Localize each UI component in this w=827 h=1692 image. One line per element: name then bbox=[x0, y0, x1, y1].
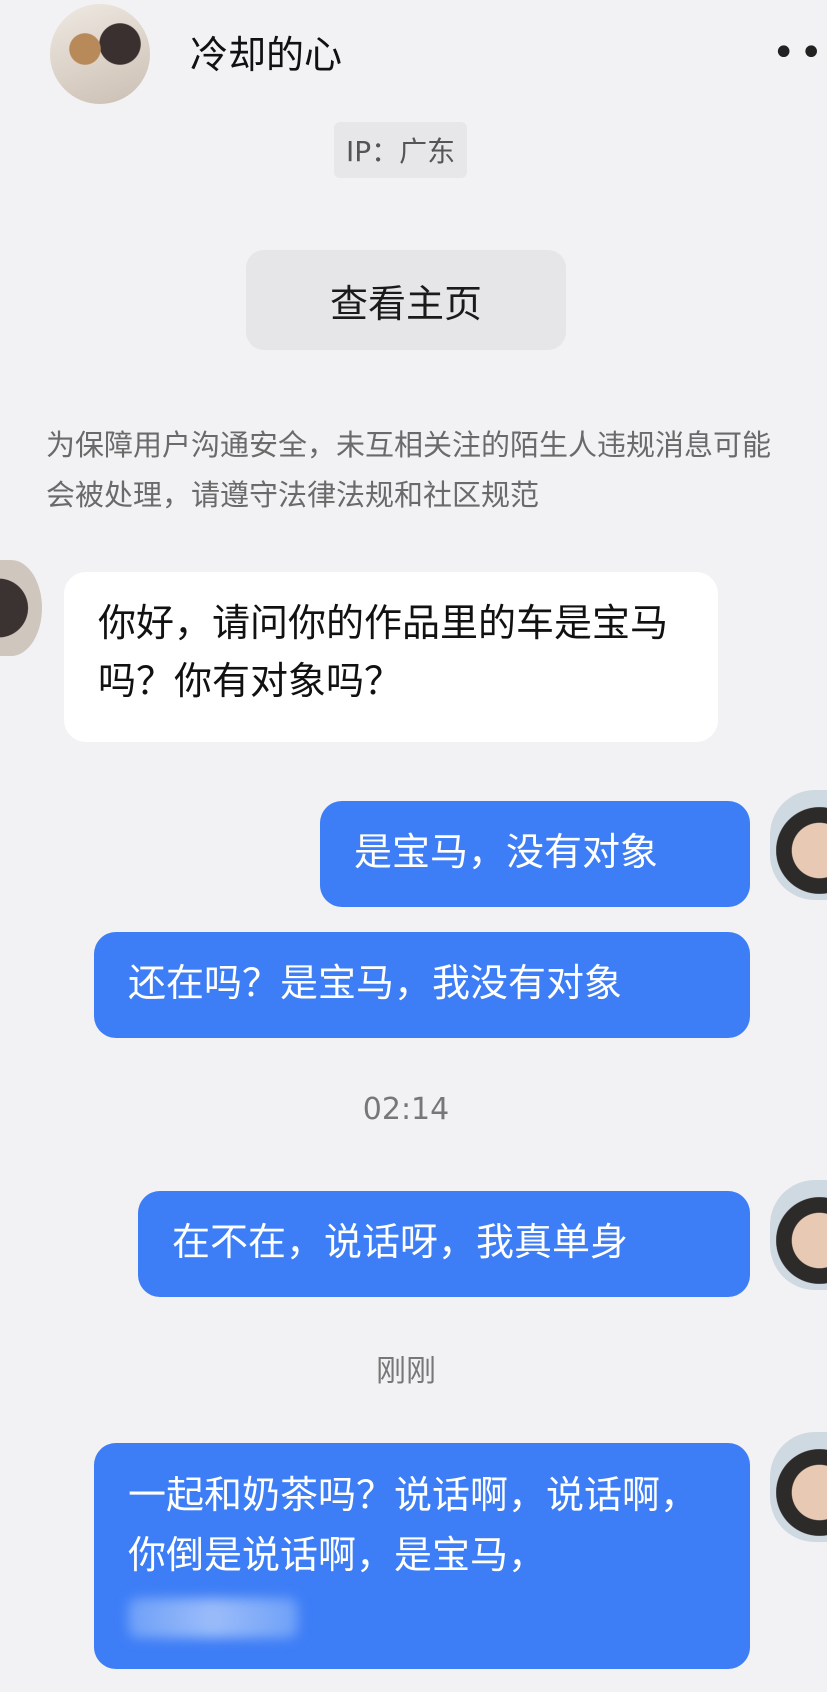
blurred-text bbox=[128, 1597, 298, 1638]
message-text: 你好，请问你的作品里的车是宝马吗？你有对象吗？ bbox=[98, 601, 669, 703]
message-text: 是宝马，没有对象 bbox=[354, 830, 659, 874]
message-text: 一起和奶茶吗？说话啊，说话啊，你倒是说话啊，是宝马， bbox=[128, 1473, 699, 1577]
incoming-message-bubble[interactable]: 你好，请问你的作品里的车是宝马吗？你有对象吗？ bbox=[64, 572, 718, 742]
message-timestamp: 02:14 bbox=[362, 1092, 450, 1127]
more-dots-icon[interactable]: •• bbox=[772, 30, 827, 76]
contact-avatar[interactable] bbox=[50, 4, 150, 104]
message-text: 在不在，说话呀，我真单身 bbox=[172, 1220, 629, 1264]
my-avatar[interactable] bbox=[770, 1432, 827, 1542]
message-text: 还在吗？是宝马，我没有对象 bbox=[128, 961, 623, 1005]
safety-notice: 为保障用户沟通安全，未互相关注的陌生人违规消息可能会被处理，请遵守法律法规和社区… bbox=[46, 428, 772, 512]
contact-message-avatar[interactable] bbox=[0, 560, 42, 656]
outgoing-message-bubble[interactable]: 还在吗？是宝马，我没有对象 bbox=[94, 932, 750, 1038]
view-homepage-button[interactable]: 查看主页 bbox=[246, 250, 566, 350]
my-avatar[interactable] bbox=[770, 1180, 827, 1290]
outgoing-message-bubble[interactable]: 一起和奶茶吗？说话啊，说话啊，你倒是说话啊，是宝马， bbox=[94, 1443, 750, 1669]
outgoing-message-bubble[interactable]: 是宝马，没有对象 bbox=[320, 801, 750, 907]
outgoing-message-bubble[interactable]: 在不在，说话呀，我真单身 bbox=[138, 1191, 750, 1297]
contact-name: 冷却的心 bbox=[190, 33, 343, 77]
ip-location-badge: IP：广东 bbox=[334, 122, 468, 178]
my-avatar[interactable] bbox=[770, 790, 827, 900]
message-timestamp: 刚刚 bbox=[376, 1354, 436, 1389]
